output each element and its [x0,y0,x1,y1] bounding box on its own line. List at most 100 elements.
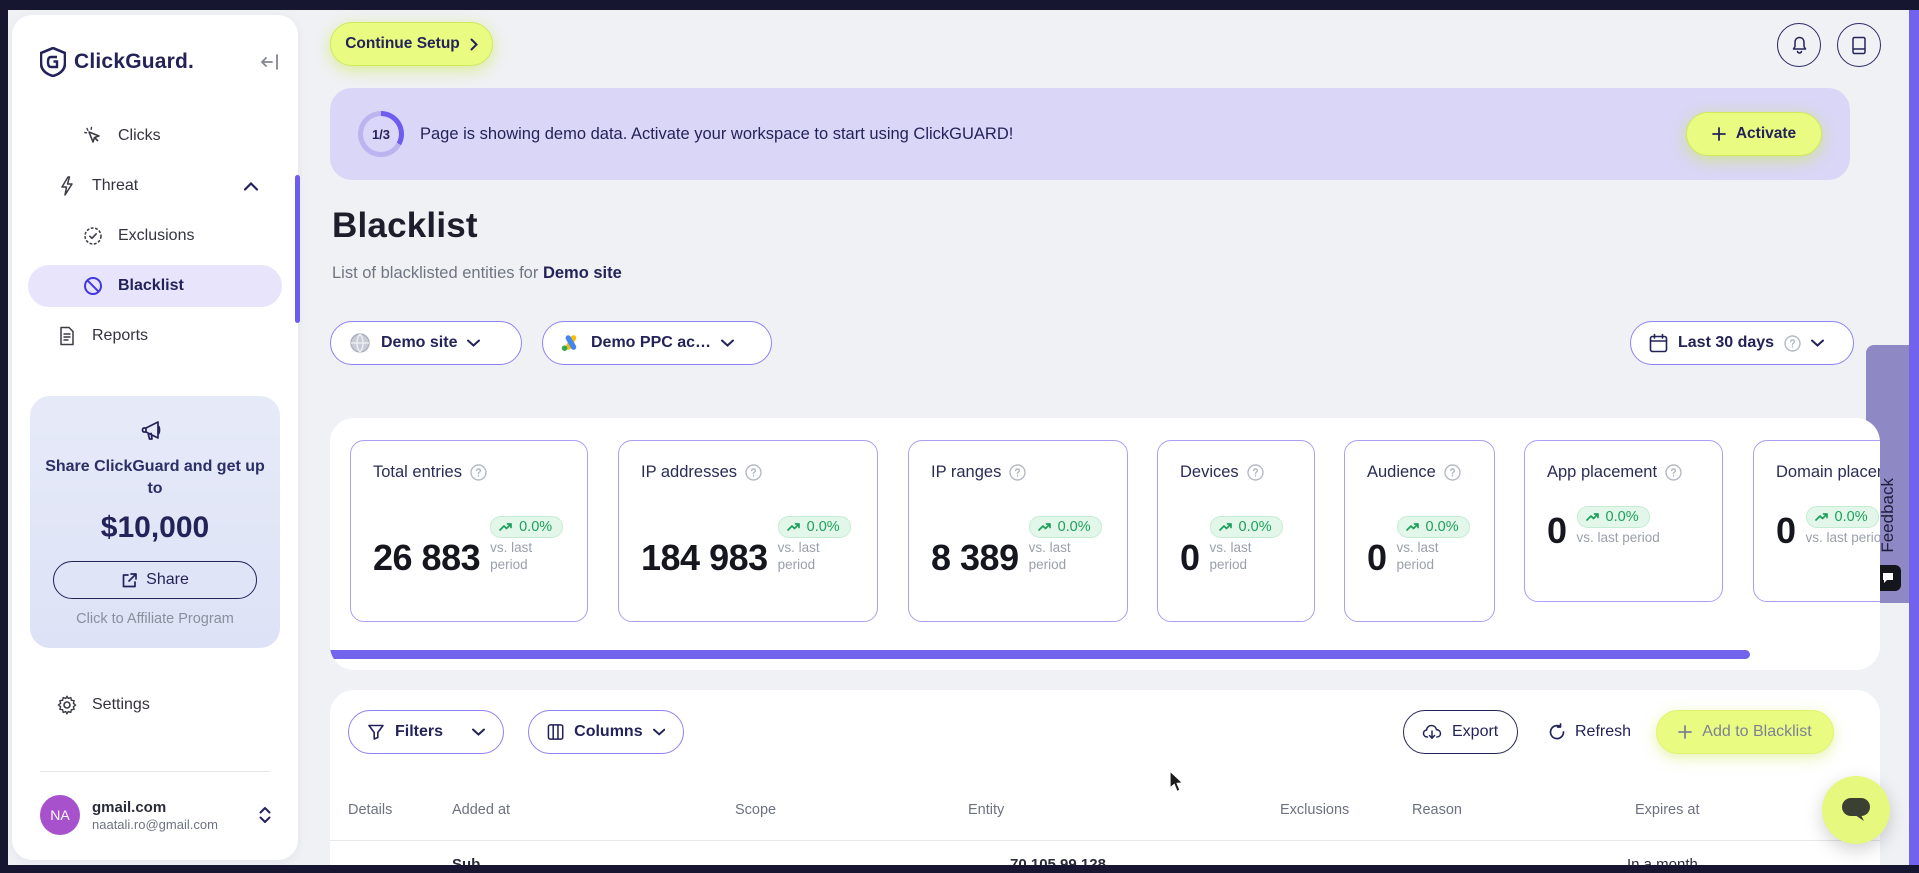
help-icon[interactable] [1444,464,1461,481]
stat-delta: 0.0% [1425,519,1459,535]
stat-label: Devices [1180,463,1239,481]
columns-label: Columns [574,723,643,740]
trend-up-icon [1405,523,1419,531]
column-header-expires-at[interactable]: Expires at [1635,802,1699,818]
stat-card-domain-placement: Domain placement 0 0.0% vs. last period [1753,440,1880,602]
stat-label: IP addresses [641,463,738,481]
sidebar-item-clicks[interactable]: Clicks [12,111,298,161]
sidebar: ClickGuard. Clicks Threat Exclusions Bla… [12,15,300,860]
stat-value: 8 389 [931,536,1019,578]
brand-logo: ClickGuard. [40,45,280,79]
chat-bubble-icon [1842,798,1870,821]
site-selector-value: Demo site [381,334,458,351]
chevron-up-icon[interactable] [244,181,258,191]
help-icon[interactable] [745,464,762,481]
stat-delta: 0.0% [806,519,840,535]
stat-period: vs. last period [1396,540,1439,572]
select-chevrons-icon [259,807,271,823]
stat-delta: 0.0% [1057,519,1091,535]
collapse-sidebar-icon[interactable] [260,53,280,71]
help-icon[interactable] [1665,464,1682,481]
promo-amount: $10,000 [100,511,210,545]
account-switcher[interactable]: NA gmail.com naatali.ro@gmail.com [40,791,272,839]
stats-panel: Total entries 26 883 0.0% vs. last perio… [330,418,1880,670]
sidebar-scrollbar[interactable] [295,175,300,323]
help-icon[interactable] [470,464,487,481]
stat-label: App placement [1547,463,1658,481]
column-header-reason[interactable]: Reason [1412,802,1462,818]
feedback-label: Feedback [1878,478,1897,553]
account-name: gmail.com [92,798,167,816]
sidebar-item-settings[interactable]: Settings [56,691,150,719]
trend-up-icon [1037,523,1051,531]
sidebar-item-reports[interactable]: Reports [12,311,298,361]
filters-button[interactable]: Filters [348,710,504,754]
activate-button[interactable]: Activate [1686,112,1822,156]
filters-label: Filters [395,723,444,740]
add-to-blacklist-button[interactable]: Add to Blacklist [1656,710,1834,754]
browser-frame: ClickGuard. Clicks Threat Exclusions Bla… [0,0,1919,873]
calendar-icon [1649,333,1668,353]
demo-data-banner: 1/3 Page is showing demo data. Activate … [330,88,1850,180]
table-header-divider [330,840,1880,841]
stat-delta: 0.0% [519,519,553,535]
columns-button[interactable]: Columns [528,710,684,754]
affiliate-link[interactable]: Click to Affiliate Program [44,611,266,627]
sidebar-item-blacklist[interactable]: Blacklist [28,265,282,307]
sidebar-item-label: Threat [92,177,139,194]
stat-card-audience: Audience 0 0.0% vs. last period [1344,440,1495,622]
block-icon [82,275,104,297]
notifications-button[interactable] [1777,23,1821,67]
column-header-added-at[interactable]: Added at [452,802,510,818]
help-icon[interactable] [1009,464,1027,481]
sidebar-item-label: Clicks [118,127,161,144]
google-ads-icon [561,335,577,351]
column-header-scope[interactable]: Scope [735,802,776,818]
stat-period: vs. last period [1028,540,1071,572]
chevron-down-icon [721,339,735,347]
column-header-entity[interactable]: Entity [968,802,1004,818]
help-icon[interactable] [1246,464,1264,481]
site-selector[interactable]: Demo site [330,321,522,365]
refresh-button[interactable]: Refresh [1548,710,1631,754]
avatar: NA [40,795,80,835]
trend-up-icon [1218,523,1232,531]
row-entity: 70.105.99.128 [1010,856,1106,865]
sidebar-divider [40,771,270,772]
sidebar-item-threat[interactable]: Threat [12,161,298,211]
chevron-right-icon [470,38,478,50]
stat-card-total-entries: Total entries 26 883 0.0% vs. last perio… [350,440,588,622]
stat-label: Total entries [373,463,462,481]
funnel-icon [368,724,384,740]
share-button-label: Share [146,571,189,589]
date-range-selector[interactable]: Last 30 days [1630,321,1854,365]
docs-button[interactable] [1837,23,1881,67]
continue-setup-label: Continue Setup [345,35,460,52]
promo-text: Share ClickGuard and get up to [45,458,265,497]
continue-setup-button[interactable]: Continue Setup [330,22,493,66]
sidebar-item-label: Exclusions [118,227,195,244]
account-email: naatali.ro@gmail.com [92,816,218,832]
affiliate-promo-card[interactable]: Share ClickGuard and get up to $10,000 S… [30,396,280,648]
stat-period: vs. last period [490,540,533,572]
stat-period: vs. last period [1576,530,1660,545]
trend-up-icon [786,523,800,531]
column-header-details[interactable]: Details [348,802,392,818]
column-header-exclusions[interactable]: Exclusions [1280,802,1349,818]
chat-widget-button[interactable] [1822,776,1890,844]
settings-label: Settings [92,696,150,713]
stat-period: vs. last period [1209,540,1252,572]
row-expires: In a month [1627,856,1698,865]
stats-horizontal-scrollbar[interactable] [330,650,1750,659]
brand-name: ClickGuard. [74,50,195,73]
help-icon [1784,334,1801,352]
share-button[interactable]: Share [53,561,257,600]
ppc-account-selector[interactable]: Demo PPC ac… [542,321,772,365]
stat-value: 184 983 [641,536,768,578]
sidebar-item-label: Reports [92,327,149,344]
export-button[interactable]: Export [1403,710,1518,754]
sidebar-item-exclusions[interactable]: Exclusions [12,211,298,261]
external-link-icon [122,572,137,588]
stat-delta: 0.0% [1238,519,1272,535]
page-vertical-scrollbar[interactable] [1909,10,1919,865]
